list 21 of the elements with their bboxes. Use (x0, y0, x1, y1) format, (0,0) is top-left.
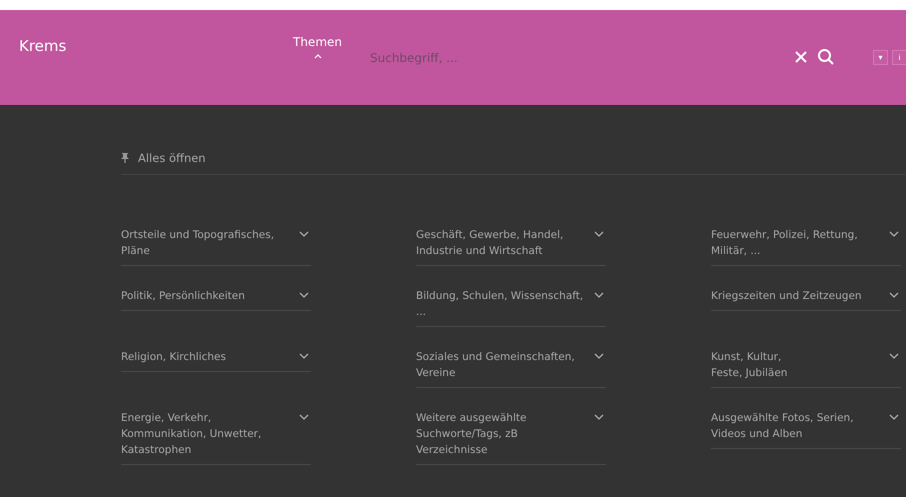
menu-button[interactable]: ▾ (873, 50, 888, 65)
pin-icon (121, 153, 129, 163)
topic-dropdown[interactable]: Geschäft, Gewerbe, Handel, Industrie und Wirtschaft (416, 227, 606, 266)
topic-dropdown[interactable]: Energie, Verkehr, Kommunikation, Unwetter, Katastrophen (121, 410, 311, 465)
site-title[interactable]: Krems (19, 37, 66, 55)
topic-dropdown[interactable]: Soziales und Gemeinschaften, Vereine (416, 349, 606, 388)
themes-toggle[interactable]: Themen (293, 35, 342, 59)
menu-button[interactable]: i (892, 50, 906, 65)
topic-dropdown[interactable]: Feuerwehr, Polizei, Rettung, Militär, ... (711, 227, 901, 266)
search-field[interactable]: Suchbegriff, ... (368, 49, 672, 67)
search-icon[interactable] (817, 48, 835, 66)
topic-dropdown[interactable]: Politik, Persönlichkeiten (121, 288, 311, 311)
close-icon[interactable] (794, 50, 808, 64)
topic-dropdown[interactable]: Ortsteile und Topografisches, Pläne (121, 227, 311, 266)
topic-dropdown[interactable]: Religion, Kirchliches (121, 349, 311, 372)
topic-dropdown[interactable]: Weitere ausgewählte Suchworte/Tags, zB Verzeichnisse (416, 410, 606, 465)
topic-dropdown[interactable]: Kriegszeiten und Zeitzeugen (711, 288, 901, 311)
open-all-link[interactable]: Alles öffnen (121, 151, 906, 175)
topic-dropdown[interactable]: Kunst, Kultur, Feste, Jubiläen (711, 349, 901, 388)
topic-dropdown[interactable]: Bildung, Schulen, Wissenschaft, ... (416, 288, 606, 327)
topic-dropdown[interactable]: Ausgewählte Fotos, Serien, Videos und Alben (711, 410, 901, 449)
